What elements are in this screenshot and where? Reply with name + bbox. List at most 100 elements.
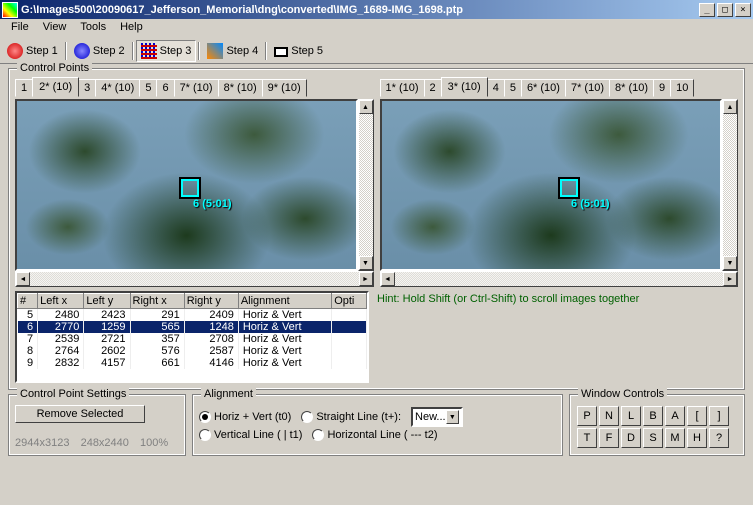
remove-selected-button[interactable]: Remove Selected — [15, 405, 145, 423]
step5-label: Step 5 — [291, 45, 323, 57]
separator — [132, 42, 134, 60]
image-tab[interactable]: 1 — [15, 79, 33, 97]
left-image[interactable]: 6 (5:01) — [15, 99, 358, 271]
wc-button-S[interactable]: S — [643, 428, 663, 448]
image-tab[interactable]: 6* (10) — [521, 79, 566, 97]
menu-help[interactable]: Help — [113, 19, 150, 38]
step3-icon — [141, 43, 157, 59]
table-row[interactable]: 6277012595651248Horiz & Vert — [18, 321, 367, 333]
image-tab[interactable]: 8* (10) — [609, 79, 654, 97]
app-icon — [2, 2, 18, 18]
dim2: 248x2440 — [81, 437, 129, 449]
alignment-group: Alignment Horiz + Vert (t0) Straight Lin… — [192, 394, 563, 456]
image-tab[interactable]: 10 — [670, 79, 694, 97]
separator — [198, 42, 200, 60]
toolbar: Step 1 Step 2 Step 3 Step 4 Step 5 — [0, 38, 753, 64]
left-vscroll[interactable]: ▲▼ — [358, 99, 374, 271]
maximize-button[interactable]: □ — [717, 3, 733, 17]
line-combo[interactable]: New...▼ — [411, 407, 463, 427]
left-hscroll[interactable]: ◄► — [15, 271, 374, 287]
image-tab[interactable]: 9* (10) — [262, 79, 307, 97]
radio-vl[interactable]: Vertical Line ( | t1) — [199, 429, 302, 441]
wc-button-P[interactable]: P — [577, 406, 597, 426]
wc-button-x[interactable]: [ — [687, 406, 707, 426]
image-tab[interactable]: 4* (10) — [95, 79, 140, 97]
step4-button[interactable]: Step 4 — [202, 40, 263, 62]
col-header[interactable]: Left x — [38, 294, 84, 309]
wc-button-A[interactable]: A — [665, 406, 685, 426]
align-legend: Alignment — [201, 388, 256, 400]
radio-hl[interactable]: Horizontal Line ( --- t2) — [312, 429, 437, 441]
menubar: File View Tools Help — [0, 19, 753, 38]
image-tab[interactable]: 2* (10) — [32, 77, 79, 97]
wc-button-T[interactable]: T — [577, 428, 597, 448]
image-tab[interactable]: 7* (10) — [565, 79, 610, 97]
menu-view[interactable]: View — [36, 19, 74, 38]
wc-button-H[interactable]: H — [687, 428, 707, 448]
cps-legend: Control Point Settings — [17, 388, 129, 400]
close-button[interactable]: × — [735, 3, 751, 17]
cp-legend: Control Points — [17, 62, 92, 74]
menu-tools[interactable]: Tools — [73, 19, 113, 38]
separator — [65, 42, 67, 60]
image-tab[interactable]: 4 — [487, 79, 505, 97]
table-header: #Left xLeft yRight xRight yAlignmentOpti — [18, 294, 367, 309]
control-points-group: Control Points 12* (10)34* (10)567* (10)… — [8, 68, 745, 390]
zoom: 100% — [140, 437, 168, 449]
minimize-button[interactable]: _ — [699, 3, 715, 17]
image-tab[interactable]: 5 — [139, 79, 157, 97]
step1-button[interactable]: Step 1 — [2, 40, 63, 62]
wc-button-B[interactable]: B — [643, 406, 663, 426]
cp-label-left: 6 (5:01) — [193, 198, 232, 210]
table-row[interactable]: 8276426025762587Horiz & Vert — [18, 345, 367, 357]
wc-button-M[interactable]: M — [665, 428, 685, 448]
col-header[interactable]: Right y — [184, 294, 238, 309]
col-header[interactable]: Alignment — [238, 294, 331, 309]
table-row[interactable]: 5248024232912409Horiz & Vert — [18, 309, 367, 322]
right-vscroll[interactable]: ▲▼ — [722, 99, 738, 271]
cp-label-right: 6 (5:01) — [571, 198, 610, 210]
step4-icon — [207, 43, 223, 59]
image-tab[interactable]: 9 — [653, 79, 671, 97]
radio-hv[interactable]: Horiz + Vert (t0) — [199, 411, 291, 423]
wc-button-F[interactable]: F — [599, 428, 619, 448]
image-tab[interactable]: 3 — [78, 79, 96, 97]
step1-icon — [7, 43, 23, 59]
table-row[interactable]: 9283241576614146Horiz & Vert — [18, 357, 367, 369]
col-header[interactable]: # — [18, 294, 38, 309]
radio-sl[interactable]: Straight Line (t+): — [301, 411, 401, 423]
col-header[interactable]: Right x — [130, 294, 184, 309]
image-tab[interactable]: 6 — [156, 79, 174, 97]
image-tab[interactable]: 3* (10) — [441, 77, 488, 97]
menu-file[interactable]: File — [4, 19, 36, 38]
col-header[interactable]: Left y — [84, 294, 130, 309]
image-tab[interactable]: 7* (10) — [174, 79, 219, 97]
wc-button-N[interactable]: N — [599, 406, 619, 426]
step1-label: Step 1 — [26, 45, 58, 57]
wc-button-x[interactable]: ] — [709, 406, 729, 426]
image-tab[interactable]: 5 — [504, 79, 522, 97]
cp-marker-right[interactable] — [558, 177, 580, 199]
image-tab[interactable]: 2 — [424, 79, 442, 97]
table-row[interactable]: 7253927213572708Horiz & Vert — [18, 333, 367, 345]
wc-button-L[interactable]: L — [621, 406, 641, 426]
window-title: G:\Images500\20090617_Jefferson_Memorial… — [21, 4, 697, 16]
window-controls-group: Window Controls PNLBA[]TFDSMH? — [569, 394, 745, 456]
step5-button[interactable]: Step 5 — [269, 40, 328, 62]
image-tab[interactable]: 8* (10) — [218, 79, 263, 97]
separator — [265, 42, 267, 60]
wc-button-D[interactable]: D — [621, 428, 641, 448]
step3-button[interactable]: Step 3 — [136, 40, 197, 62]
wc-button-?[interactable]: ? — [709, 428, 729, 448]
cp-settings-group: Control Point Settings Remove Selected 2… — [8, 394, 186, 456]
image-info: 2944x3123 248x2440 100% — [15, 437, 179, 449]
step3-label: Step 3 — [160, 45, 192, 57]
right-image[interactable]: 6 (5:01) — [380, 99, 723, 271]
step2-button[interactable]: Step 2 — [69, 40, 130, 62]
image-tab[interactable]: 1* (10) — [380, 79, 425, 97]
col-header[interactable]: Opti — [332, 294, 367, 309]
cp-marker-left[interactable] — [179, 177, 201, 199]
cp-table[interactable]: #Left xLeft yRight xRight yAlignmentOpti… — [15, 291, 369, 383]
right-hscroll[interactable]: ◄► — [380, 271, 739, 287]
step2-icon — [74, 43, 90, 59]
